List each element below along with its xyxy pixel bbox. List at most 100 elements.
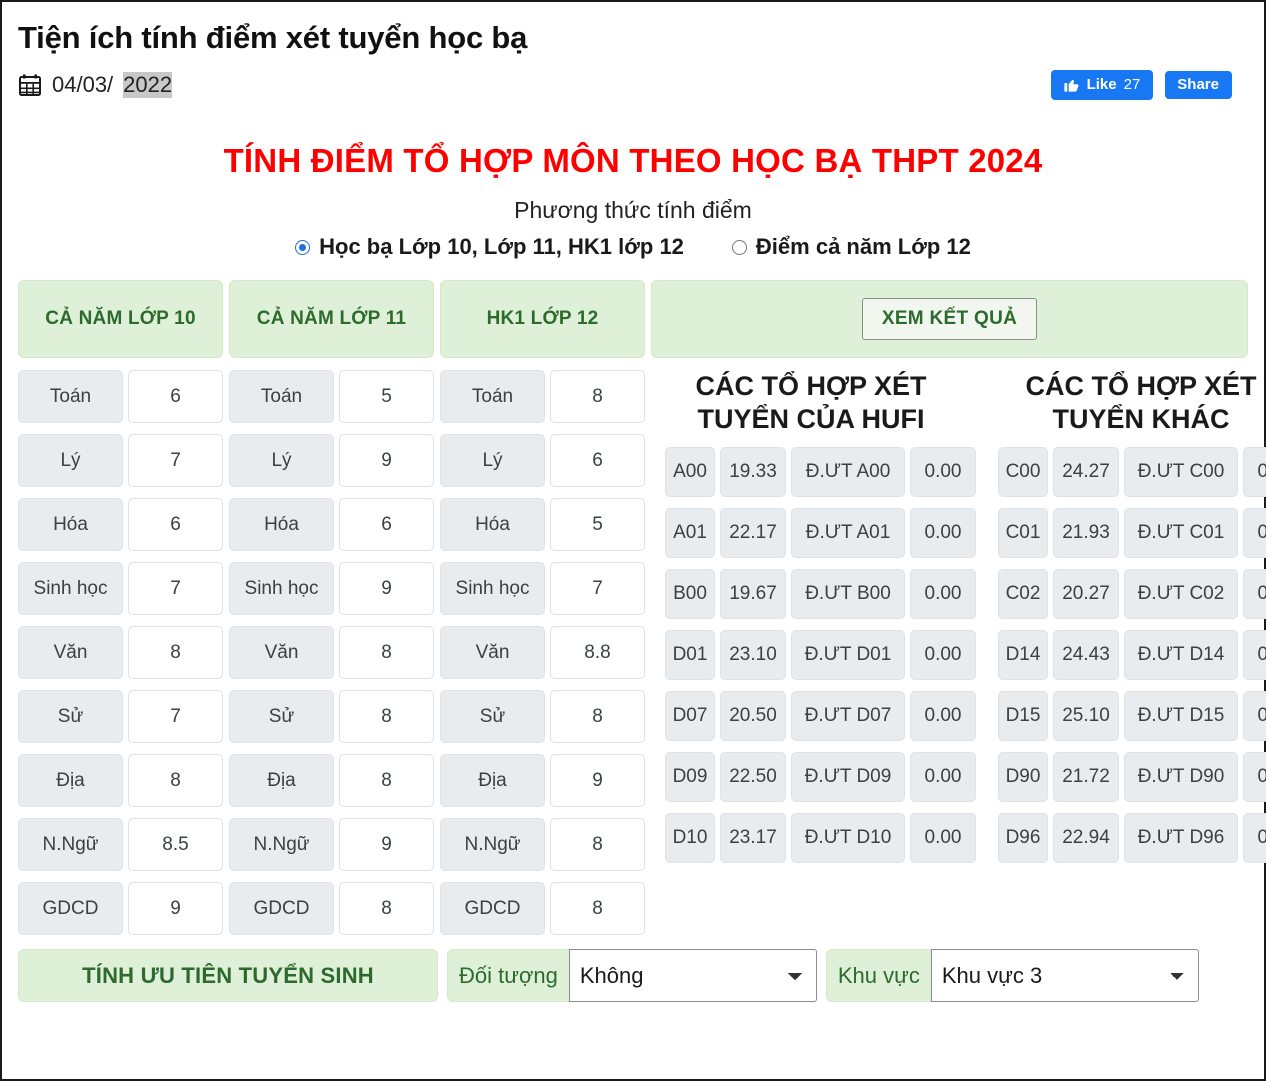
combo-priority-label: Đ.ƯT D96 <box>1124 812 1238 863</box>
combo-score: 24.43 <box>1053 629 1119 680</box>
doituong-group: Đối tượng Không <box>447 949 817 1002</box>
combo-priority-label: Đ.ƯT C02 <box>1124 568 1238 619</box>
subject-score[interactable]: 7 <box>128 434 223 487</box>
combo-priority-score: 0.00 <box>1243 507 1266 558</box>
subject-row: N.Ngữ 8 <box>440 818 645 871</box>
subject-row: Toán 8 <box>440 370 645 423</box>
combo-priority-label: Đ.ƯT D90 <box>1124 751 1238 802</box>
subject-score[interactable]: 6 <box>339 498 434 551</box>
subject-label: N.Ngữ <box>229 818 334 871</box>
subject-score[interactable]: 9 <box>339 562 434 615</box>
priority-bar: TÍNH ƯU TIÊN TUYỂN SINH Đối tượng Không … <box>18 949 1248 1002</box>
subject-label: Hóa <box>229 498 334 551</box>
view-result-button[interactable]: XEM KẾT QUẢ <box>861 298 1038 340</box>
subject-label: Lý <box>18 434 123 487</box>
subject-score[interactable]: 8.5 <box>128 818 223 871</box>
subject-score[interactable]: 8 <box>339 690 434 743</box>
subject-score[interactable]: 8 <box>550 690 645 743</box>
tab-ca-nam-lop-10[interactable]: CẢ NĂM LỚP 10 <box>18 280 223 358</box>
subject-label: Địa <box>229 754 334 807</box>
table-row: D9622.94Đ.ƯT D960.00 <box>998 812 1266 863</box>
subject-label: Sinh học <box>440 562 545 615</box>
subject-label: Hóa <box>440 498 545 551</box>
radio-selected-icon[interactable] <box>295 239 311 255</box>
tab-ca-nam-lop-11[interactable]: CẢ NĂM LỚP 11 <box>229 280 434 358</box>
combo-priority-label: Đ.ƯT D14 <box>1124 629 1238 680</box>
combo-priority-score: 0.00 <box>1243 446 1266 497</box>
facebook-like-button[interactable]: Like 27 <box>1050 70 1154 100</box>
subject-label: Sử <box>18 690 123 743</box>
subject-row: GDCD 8 <box>229 882 434 935</box>
combo-score: 19.67 <box>720 568 786 619</box>
subject-label: Lý <box>229 434 334 487</box>
method-option-canam12[interactable]: Điểm cả năm Lớp 12 <box>731 234 971 260</box>
subject-score[interactable]: 9 <box>339 818 434 871</box>
subject-column-lop11: Toán 5 Lý 9 Hóa 6 Sinh học 9 Văn 8 Sử 8 Địa 8 N… <box>229 370 434 935</box>
subject-score[interactable]: 8 <box>550 818 645 871</box>
subject-score[interactable]: 8 <box>128 754 223 807</box>
method-option-hocba[interactable]: Học bạ Lớp 10, Lớp 11, HK1 lớp 12 <box>295 234 684 260</box>
subject-score[interactable]: 7 <box>128 562 223 615</box>
subject-score[interactable]: 9 <box>339 434 434 487</box>
subject-column-lop10: Toán 6 Lý 7 Hóa 6 Sinh học 7 Văn 8 Sử 7 Địa 8 N… <box>18 370 223 935</box>
table-row: C0024.27Đ.ƯT C000.00 <box>998 446 1266 497</box>
table-row: D1525.10Đ.ƯT D150.00 <box>998 690 1266 741</box>
subject-row: Sinh học 7 <box>18 562 223 615</box>
subject-label: Toán <box>18 370 123 423</box>
combo-score: 22.50 <box>720 751 786 802</box>
content-area: Toán 6 Lý 7 Hóa 6 Sinh học 7 Văn 8 Sử 7 Địa 8 N… <box>18 370 1266 935</box>
radio-unselected-icon[interactable] <box>731 239 747 255</box>
combo-code: C00 <box>998 446 1048 497</box>
meta-row: 04/03/2022 Like 27 Share <box>18 70 1248 100</box>
table-row: A01 22.17 Đ.ƯT A01 0.00 <box>665 507 976 558</box>
calculator-title: TÍNH ĐIỂM TỔ HỢP MÔN THEO HỌC BẠ THPT 20… <box>223 142 1043 179</box>
combo-score: 25.10 <box>1053 690 1119 741</box>
table-row: B00 19.67 Đ.ƯT B00 0.00 <box>665 568 976 619</box>
subject-label: Lý <box>440 434 545 487</box>
method-option-hocba-label: Học bạ Lớp 10, Lớp 11, HK1 lớp 12 <box>319 234 684 259</box>
combo-priority-score: 0.00 <box>910 812 976 863</box>
tab-hk1-lop-12[interactable]: HK1 LỚP 12 <box>440 280 645 358</box>
subject-score[interactable]: 7 <box>550 562 645 615</box>
combo-code: D09 <box>665 751 715 802</box>
subject-score[interactable]: 8 <box>339 882 434 935</box>
combo-score: 21.93 <box>1053 507 1119 558</box>
subject-score[interactable]: 7 <box>128 690 223 743</box>
combo-priority-label: Đ.ƯT D01 <box>791 629 905 680</box>
subject-label: GDCD <box>18 882 123 935</box>
combo-code: D10 <box>665 812 715 863</box>
subject-score[interactable]: 9 <box>128 882 223 935</box>
thumbs-up-icon <box>1063 76 1080 93</box>
subject-score[interactable]: 6 <box>128 370 223 423</box>
calculate-priority-button[interactable]: TÍNH ƯU TIÊN TUYỂN SINH <box>18 949 438 1002</box>
subject-score[interactable]: 6 <box>128 498 223 551</box>
facebook-share-button[interactable]: Share <box>1165 71 1232 99</box>
combo-code: D90 <box>998 751 1048 802</box>
subject-score[interactable]: 6 <box>550 434 645 487</box>
combo-code: D96 <box>998 812 1048 863</box>
subject-label: Sử <box>229 690 334 743</box>
subject-score[interactable]: 8 <box>550 882 645 935</box>
publish-date: 04/03/2022 <box>18 72 173 98</box>
subject-score[interactable]: 8 <box>128 626 223 679</box>
khuvuc-group: Khu vực Khu vực 3 <box>825 949 1199 1002</box>
subject-score[interactable]: 8 <box>550 370 645 423</box>
subject-label: Sinh học <box>229 562 334 615</box>
method-radio-group: Học bạ Lớp 10, Lớp 11, HK1 lớp 12 Điểm c… <box>18 234 1248 260</box>
subject-score[interactable]: 8 <box>339 754 434 807</box>
combo-priority-score: 0.00 <box>910 446 976 497</box>
combo-priority-label: Đ.ƯT D15 <box>1124 690 1238 741</box>
page-root: Tiện ích tính điểm xét tuyển học bạ 04/0… <box>2 20 1266 1002</box>
subject-score[interactable]: 8 <box>339 626 434 679</box>
subject-score[interactable]: 9 <box>550 754 645 807</box>
combo-code: C01 <box>998 507 1048 558</box>
subject-score[interactable]: 8.8 <box>550 626 645 679</box>
table-row: D1424.43Đ.ƯT D140.00 <box>998 629 1266 680</box>
subject-row: N.Ngữ 8.5 <box>18 818 223 871</box>
subject-score[interactable]: 5 <box>550 498 645 551</box>
subject-score[interactable]: 5 <box>339 370 434 423</box>
combo-score: 19.33 <box>720 446 786 497</box>
khuvuc-select[interactable]: Khu vực 3 <box>930 949 1199 1002</box>
doituong-select[interactable]: Không <box>568 949 817 1002</box>
subject-column-hk1-lop12: Toán 8 Lý 6 Hóa 5 Sinh học 7 Văn 8.8 Sử 8 Địa 9… <box>440 370 645 935</box>
